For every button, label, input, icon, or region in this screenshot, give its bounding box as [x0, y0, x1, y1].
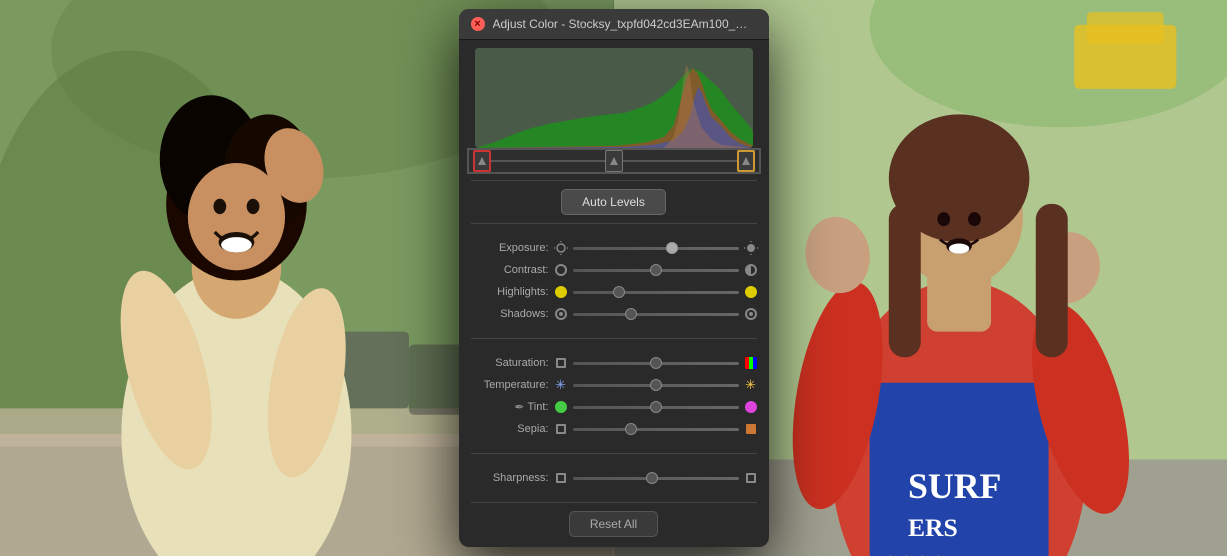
saturation-slider[interactable]: [573, 362, 739, 365]
sharpness-label: Sharpness:: [469, 472, 549, 484]
shadows-thumb[interactable]: [625, 308, 637, 320]
temperature-slider[interactable]: [573, 384, 739, 387]
temp-cool-icon: ✳: [553, 377, 569, 393]
tint-label: Tint:: [528, 401, 549, 413]
saturation-label: Saturation:: [469, 357, 549, 369]
sepia-slider[interactable]: [573, 428, 739, 431]
close-button[interactable]: [471, 17, 485, 31]
tint-pink-icon: [743, 399, 759, 415]
temp-warm-icon: ✳: [743, 377, 759, 393]
svg-text:★★★★: ★★★★: [882, 552, 946, 556]
tonal-controls: Exposure:: [459, 230, 769, 332]
shadows-label: Shadows:: [469, 308, 549, 320]
tint-thumb[interactable]: [650, 401, 662, 413]
histogram-black-point[interactable]: [473, 150, 491, 172]
highlights-row: Highlights:: [469, 284, 759, 300]
contrast-high-icon: [743, 262, 759, 278]
highlights-label: Highlights:: [469, 286, 549, 298]
sepia-row: Sepia:: [469, 421, 759, 437]
sharpness-section: Sharpness:: [459, 460, 769, 496]
sharpness-high-icon: [743, 470, 759, 486]
histogram-midpoint[interactable]: [605, 150, 623, 172]
eyedropper-icon[interactable]: ✒: [514, 400, 524, 414]
histogram: [475, 48, 753, 148]
shadows-row: Shadows:: [469, 306, 759, 322]
sharpness-row: Sharpness:: [469, 470, 759, 486]
shadows-low-icon: [553, 306, 569, 322]
divider-5: [471, 502, 757, 503]
highlights-thumb[interactable]: [613, 286, 625, 298]
exposure-row: Exposure:: [469, 240, 759, 256]
divider-3: [471, 338, 757, 339]
divider-2: [471, 223, 757, 224]
shadows-slider[interactable]: [573, 313, 739, 316]
sharpness-thumb[interactable]: [646, 472, 658, 484]
temperature-label: Temperature:: [469, 379, 549, 391]
panel-titlebar: Adjust Color - Stocksy_txpfd042cd3EAm100…: [459, 9, 769, 40]
histogram-white-point[interactable]: [737, 150, 755, 172]
divider-4: [471, 453, 757, 454]
reset-all-button[interactable]: Reset All: [569, 511, 658, 537]
sepia-label: Sepia:: [469, 423, 549, 435]
sharpness-slider[interactable]: [573, 477, 739, 480]
saturation-high-icon: [743, 355, 759, 371]
svg-text:ERS: ERS: [907, 513, 957, 542]
highlights-high-icon: [743, 284, 759, 300]
temperature-row: Temperature: ✳ ✳: [469, 377, 759, 393]
exposure-low-icon: [553, 240, 569, 256]
highlights-low-icon: [553, 284, 569, 300]
contrast-slider[interactable]: [573, 269, 739, 272]
exposure-high-icon: [743, 240, 759, 256]
tint-slider[interactable]: [573, 406, 739, 409]
saturation-low-icon: [553, 355, 569, 371]
divider-1: [471, 180, 757, 181]
panel-title: Adjust Color - Stocksy_txpfd042cd3EAm100…: [493, 17, 757, 31]
contrast-low-icon: [553, 262, 569, 278]
sepia-low-icon: [553, 421, 569, 437]
exposure-thumb[interactable]: [666, 242, 678, 254]
exposure-slider[interactable]: [573, 247, 739, 250]
contrast-thumb[interactable]: [650, 264, 662, 276]
adjust-color-panel: Adjust Color - Stocksy_txpfd042cd3EAm100…: [459, 9, 769, 547]
highlights-slider[interactable]: [573, 291, 739, 294]
saturation-row: Saturation:: [469, 355, 759, 371]
contrast-label: Contrast:: [469, 264, 549, 276]
sepia-thumb[interactable]: [625, 423, 637, 435]
tint-row: ✒ Tint:: [469, 399, 759, 415]
exposure-label: Exposure:: [469, 242, 549, 254]
shadows-high-icon: [743, 306, 759, 322]
auto-levels-button[interactable]: Auto Levels: [561, 189, 666, 215]
temperature-thumb[interactable]: [650, 379, 662, 391]
svg-text:SURF: SURF: [907, 466, 1000, 506]
sharpness-low-icon: [553, 470, 569, 486]
sepia-high-icon: [743, 421, 759, 437]
saturation-thumb[interactable]: [650, 357, 662, 369]
contrast-row: Contrast:: [469, 262, 759, 278]
color-controls: Saturation: Temperature: ✳ ✳: [459, 345, 769, 447]
tint-green-icon: [553, 399, 569, 415]
